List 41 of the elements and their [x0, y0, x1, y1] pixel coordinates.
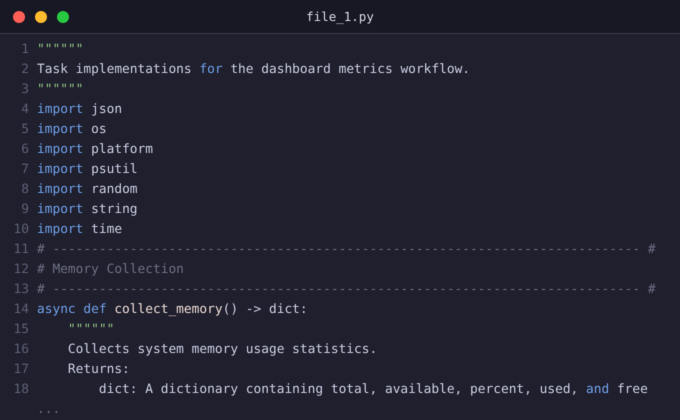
line-number: 4 [20, 101, 30, 119]
code-line: import platform [37, 141, 153, 159]
code-line: Collects system memory usage statistics. [66, 341, 378, 359]
line-number: 3 [20, 81, 30, 99]
code-line: """""" [37, 81, 84, 99]
line-number: 17 [12, 361, 30, 379]
code-line: """""" [37, 41, 84, 59]
line-number: 7 [20, 161, 30, 179]
line-number: 13 [12, 281, 30, 299]
code-line: Task implementations for the dashboard metrics workflow. [37, 61, 470, 79]
line-number: 1 [20, 41, 30, 59]
code-line: import time [37, 221, 122, 239]
line-number: 8 [20, 181, 30, 199]
line-number: 16 [12, 341, 30, 359]
more-indicator: ... [37, 401, 60, 419]
line-number: 14 [12, 301, 30, 319]
line-number: 2 [20, 61, 30, 79]
maximize-button[interactable] [57, 10, 69, 22]
close-button[interactable] [13, 10, 25, 22]
code-line: # Memory Collection [37, 261, 184, 279]
minimize-button[interactable] [35, 10, 47, 22]
code-line: import random [37, 181, 138, 199]
line-number: 5 [20, 121, 30, 139]
code-line: Returns: [66, 361, 130, 379]
line-number: 12 [12, 261, 30, 279]
code-line: dict: A dictionary containing total, available, percent, used, and free [98, 381, 648, 399]
line-number: 9 [20, 201, 30, 219]
line-number: 18 [12, 381, 30, 399]
code-line: """""" [66, 321, 114, 339]
code-line: # ---------------------------------------------------------------------------- # [37, 241, 656, 259]
code-line: # ---------------------------------------------------------------------------- # [37, 281, 656, 299]
line-number: 11 [12, 241, 30, 259]
code-line: async def collect_memory() -> dict: [37, 301, 308, 319]
line-number: 10 [12, 221, 30, 239]
line-number: 15 [12, 321, 30, 339]
code-line: import os [37, 121, 107, 139]
code-line: import psutil [37, 161, 138, 179]
window-title: file_1.py [306, 9, 374, 24]
line-number: 6 [20, 141, 30, 159]
code-line: import string [37, 201, 138, 219]
code-line: import json [37, 101, 122, 119]
